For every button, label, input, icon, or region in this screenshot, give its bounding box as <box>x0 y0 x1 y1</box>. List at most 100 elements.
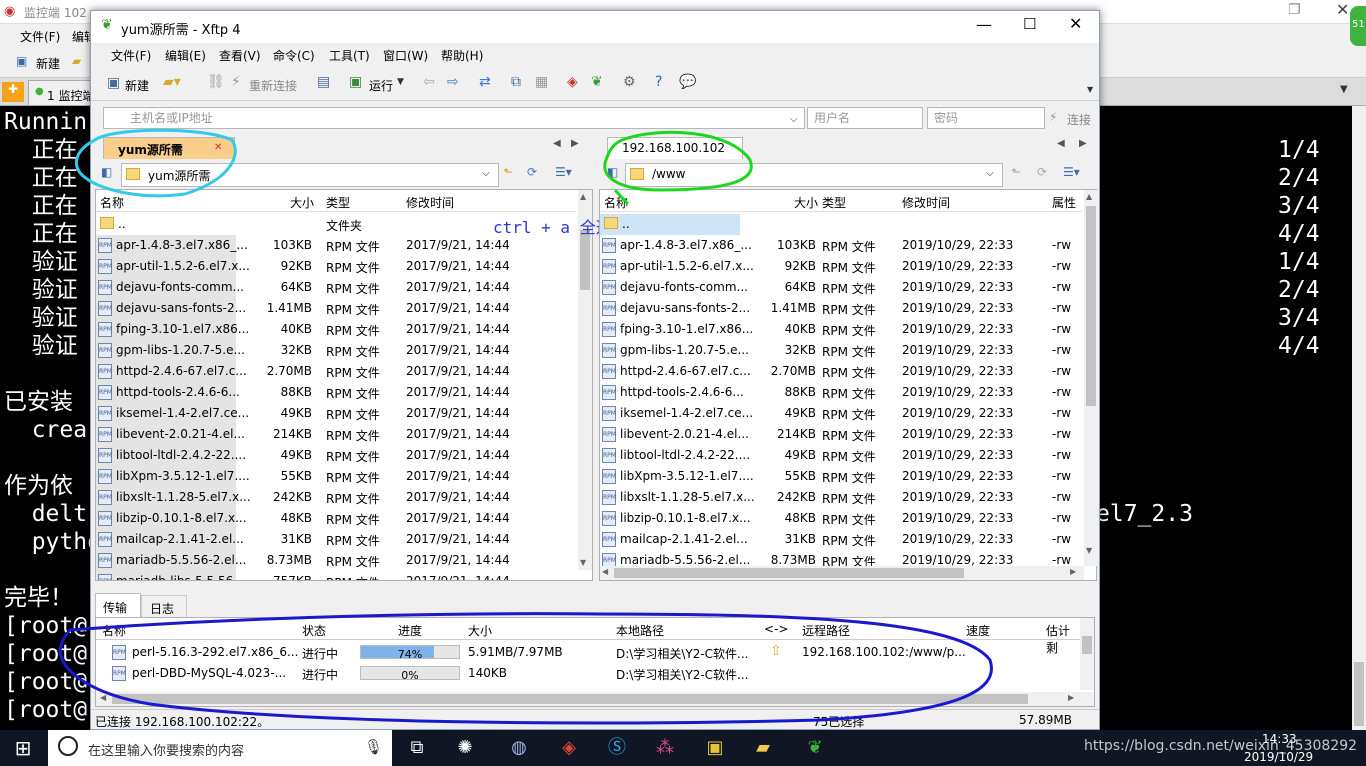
file-row[interactable]: RPM fping-3.10-1.el7.x86... 40KB RPM 文件 2019… <box>600 319 1082 340</box>
file-row[interactable]: RPM httpd-2.4.6-67.el7.c... 2.70MB RPM 文件 20… <box>600 361 1082 382</box>
app-xshell-icon[interactable]: ◈ <box>556 736 582 760</box>
refresh-icon[interactable]: ⟳ <box>527 165 537 179</box>
remote-pane-icon[interactable]: ◧ <box>607 165 618 179</box>
tcol-status[interactable]: 状态 <box>302 622 326 639</box>
file-row[interactable]: RPM apr-1.4.8-3.el7.x86_... 103KB RPM 文件 201… <box>96 235 576 256</box>
transfer-hscrollbar[interactable]: ◀ ▶ <box>96 692 1094 706</box>
task-view-icon[interactable]: ⧉ <box>404 736 430 760</box>
tcol-speed[interactable]: 速度 <box>966 622 990 639</box>
parent-row[interactable]: .. <box>600 214 1082 235</box>
file-row[interactable]: RPM libxslt-1.1.28-5.el7.x... 242KB RPM 文件 2… <box>96 487 576 508</box>
file-row[interactable]: RPM iksemel-1.4-2.el7.ce... 49KB RPM 文件 2019… <box>600 403 1082 424</box>
app-s-icon[interactable]: Ⓢ <box>604 736 630 760</box>
tab-local[interactable]: yum源所需 ✕ <box>103 137 235 159</box>
windows-start-icon[interactable]: ⊞ <box>10 736 36 760</box>
tab-menu-icon[interactable]: ▼ <box>1340 84 1348 95</box>
username-input[interactable]: 用户名 <box>807 107 923 129</box>
app-pinwheel-icon[interactable]: ✺ <box>452 736 478 760</box>
file-row[interactable]: RPM mailcap-2.1.41-2.el... 31KB RPM 文件 2017/… <box>96 529 576 550</box>
file-row[interactable]: RPM httpd-2.4.6-67.el7.c... 2.70MB RPM 文件 20… <box>96 361 576 382</box>
link-icon[interactable]: ⛓ <box>207 74 225 90</box>
refresh-icon-remote[interactable]: ⟳ <box>1037 165 1047 179</box>
col-name[interactable]: 名称 <box>100 194 124 211</box>
file-row[interactable]: RPM dejavu-sans-fonts-2... 1.41MB RPM 文件 201… <box>600 298 1082 319</box>
close-window-icon[interactable]: ✕ <box>1069 14 1082 33</box>
file-row[interactable]: RPM libxslt-1.1.28-5.el7.x... 242KB RPM 文件 2… <box>600 487 1082 508</box>
file-row[interactable]: RPM mariadb-5.5.56-2.el... 8.73MB RPM 文件 201… <box>96 550 576 571</box>
path-dropdown-icon[interactable]: ⌵ <box>482 168 490 179</box>
tab-prev-icon-remote[interactable]: ◀ <box>1057 138 1065 149</box>
reconnect-icon[interactable]: ⚡ <box>231 74 241 90</box>
settings-icon[interactable]: ⚙ <box>623 74 636 90</box>
col-size[interactable]: 大小 <box>794 194 818 211</box>
tcol-local[interactable]: 本地路径 <box>616 622 664 639</box>
file-row[interactable]: RPM libzip-0.10.1-8.el7.x... 48KB RPM 文件 201… <box>600 508 1082 529</box>
microphone-icon[interactable]: 🎙 <box>364 738 383 756</box>
local-path[interactable]: yum源所需 ⌵ <box>121 163 499 187</box>
bg-session-tab[interactable]: ● 1 监控端 <box>28 80 98 106</box>
file-row[interactable]: RPM dejavu-fonts-comm... 64KB RPM 文件 2017/9/… <box>96 277 576 298</box>
file-row[interactable]: RPM libtool-ltdl-2.4.2-22.... 49KB RPM 文件 20… <box>96 445 576 466</box>
menu-edit[interactable]: 编辑(E) <box>165 47 206 64</box>
file-row[interactable]: RPM fping-3.10-1.el7.x86... 40KB RPM 文件 2017… <box>96 319 576 340</box>
xftp-icon[interactable]: ❦ <box>591 74 603 90</box>
parent-folder-icon-remote[interactable]: ⬑ <box>1011 165 1021 179</box>
file-row[interactable]: RPM gpm-libs-1.20.7-5.e... 32KB RPM 文件 2017/… <box>96 340 576 361</box>
run-icon[interactable]: ▣ <box>349 74 362 90</box>
file-row[interactable]: RPM dejavu-fonts-comm... 64KB RPM 文件 2019/10… <box>600 277 1082 298</box>
local-pane-icon[interactable]: ◧ <box>101 165 112 179</box>
add-tab-icon[interactable]: ✚ <box>2 82 24 102</box>
col-size[interactable]: 大小 <box>290 194 314 211</box>
col-modified[interactable]: 修改时间 <box>902 194 950 211</box>
tab-log[interactable]: 日志 <box>141 595 187 617</box>
file-row[interactable]: RPM iksemel-1.4-2.el7.ce... 49KB RPM 文件 2017… <box>96 403 576 424</box>
file-row[interactable]: RPM libXpm-3.5.12-1.el7.... 55KB RPM 文件 2019… <box>600 466 1082 487</box>
file-row[interactable]: RPM apr-util-1.5.2-6.el7.x... 92KB RPM 文件 20… <box>600 256 1082 277</box>
close-icon[interactable]: ✕ <box>1336 0 1349 19</box>
col-type[interactable]: 类型 <box>326 194 350 211</box>
remote-path[interactable]: /www ⌵ <box>625 163 1003 187</box>
host-dropdown-icon[interactable]: ⌵ <box>790 112 798 128</box>
menu-help[interactable]: 帮助(H) <box>441 47 483 64</box>
copy-icon[interactable]: ⧉ <box>511 74 521 90</box>
open-icon[interactable]: ▰▾ <box>163 74 181 90</box>
new-button[interactable]: 新建 <box>125 77 149 94</box>
toolbar-overflow-icon[interactable]: ▼ <box>1087 85 1093 94</box>
tab-next-icon-remote[interactable]: ▶ <box>1079 138 1087 149</box>
tab-prev-icon[interactable]: ◀ <box>553 138 561 149</box>
tab-next-icon[interactable]: ▶ <box>571 138 579 149</box>
clock-time[interactable]: 14:33 <box>1262 732 1297 746</box>
transfer-row[interactable]: RPM perl-5.16.3-292.el7.x86_6... 进行中 74% 5.9… <box>96 642 1080 663</box>
menu-file[interactable]: 文件(F) <box>111 47 151 64</box>
app-dots-icon[interactable]: ⁂ <box>652 736 678 760</box>
file-row[interactable]: RPM apr-1.4.8-3.el7.x86_... 103KB RPM 文件 201… <box>600 235 1082 256</box>
app-window-icon[interactable]: ▣ <box>702 736 728 760</box>
local-scrollbar[interactable]: ▲ ▼ <box>578 190 592 570</box>
app-globe-icon[interactable]: ◍ <box>506 736 532 760</box>
restore-icon[interactable]: ❐ <box>1288 2 1301 18</box>
file-explorer-icon[interactable]: ▰ <box>750 736 776 760</box>
remote-hscrollbar[interactable]: ◀ ▶ <box>600 566 1084 580</box>
file-row[interactable]: RPM libtool-ltdl-2.4.2-22.... 49KB RPM 文件 20… <box>600 445 1082 466</box>
clock-date[interactable]: 2019/10/29 <box>1244 750 1313 764</box>
tab-remote[interactable]: 192.168.100.102 <box>607 137 743 159</box>
connect-button[interactable]: 连接 <box>1067 111 1091 128</box>
tcol-size[interactable]: 大小 <box>468 622 492 639</box>
forward-icon[interactable]: ⇨ <box>447 74 459 90</box>
back-icon[interactable]: ⇦ <box>423 74 435 90</box>
chat-icon[interactable]: 💬 <box>679 74 696 90</box>
file-row[interactable]: RPM httpd-tools-2.4.6-6... 88KB RPM 文件 2019/… <box>600 382 1082 403</box>
password-input[interactable]: 密码 <box>927 107 1045 129</box>
col-attr[interactable]: 属性 <box>1052 194 1076 211</box>
parent-folder-icon[interactable]: ⬑ <box>503 165 513 179</box>
file-row[interactable]: RPM gpm-libs-1.20.7-5.e... 32KB RPM 文件 2019/… <box>600 340 1082 361</box>
view-mode-icon[interactable]: ☰▾ <box>555 165 572 179</box>
file-row[interactable]: RPM httpd-tools-2.4.6-6... 88KB RPM 文件 2017/… <box>96 382 576 403</box>
menu-window[interactable]: 窗口(W) <box>383 47 428 64</box>
sync-icon[interactable]: ⇄ <box>479 74 491 90</box>
reconnect-button[interactable]: 重新连接 <box>249 77 297 94</box>
file-row[interactable]: RPM mailcap-2.1.41-2.el... 31KB RPM 文件 2019/… <box>600 529 1082 550</box>
help-icon[interactable]: ? <box>655 74 662 90</box>
path-dropdown-icon[interactable]: ⌵ <box>986 168 994 179</box>
file-row[interactable]: RPM libevent-2.0.21-4.el... 214KB RPM 文件 201… <box>600 424 1082 445</box>
